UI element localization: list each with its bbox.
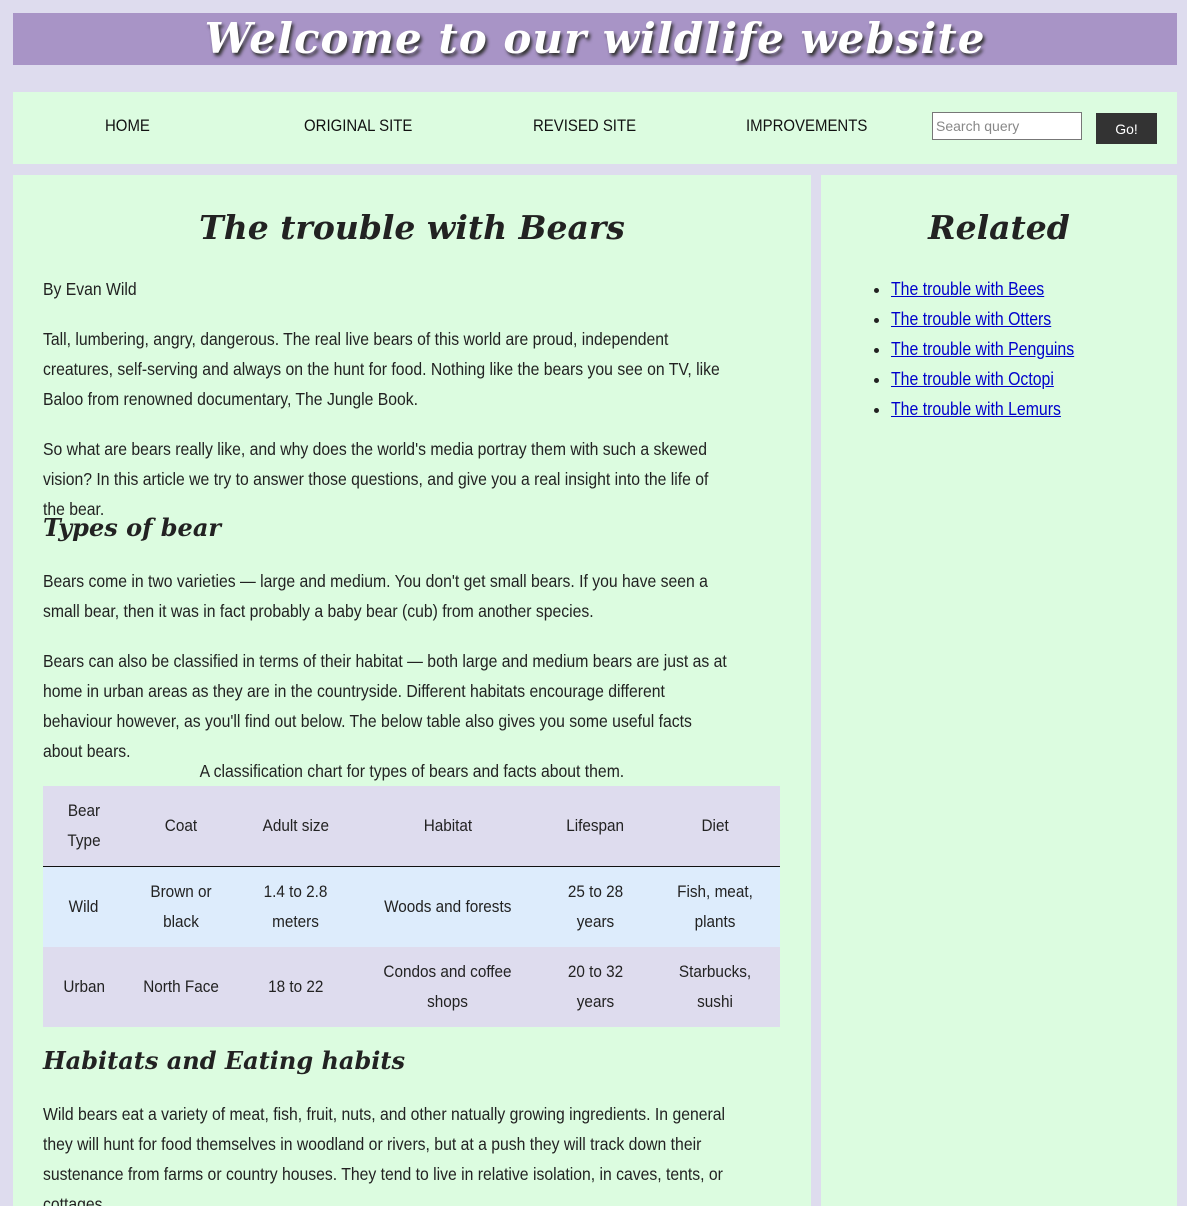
intro-paragraph: Tall, lumbering, angry, dangerous. The r… bbox=[43, 329, 720, 409]
list-item: The trouble with Bees bbox=[891, 274, 1099, 304]
table-cell: Starbucks, sushi bbox=[650, 947, 780, 1027]
related-link-penguins[interactable]: The trouble with Penguins bbox=[891, 334, 1074, 364]
related-links-list: The trouble with Bees The trouble with O… bbox=[871, 274, 1099, 424]
table-row: Wild Brown or black 1.4 to 2.8 meters Wo… bbox=[43, 866, 780, 947]
nav-link-revised-site[interactable]: REVISED SITE bbox=[533, 116, 636, 136]
table-cell: 1.4 to 2.8 meters bbox=[237, 866, 354, 947]
column-header: Coat bbox=[125, 786, 237, 867]
search-go-button[interactable]: Go! bbox=[1096, 113, 1157, 144]
related-link-lemurs[interactable]: The trouble with Lemurs bbox=[891, 394, 1061, 424]
column-header: Adult size bbox=[237, 786, 354, 867]
table-row: Urban North Face 18 to 22 Condos and cof… bbox=[43, 947, 780, 1027]
column-header: Diet bbox=[650, 786, 780, 867]
nav-link-home[interactable]: HOME bbox=[105, 116, 150, 136]
types-paragraph: Bears come in two varieties — large and … bbox=[43, 571, 708, 621]
table-caption: A classification chart for types of bear… bbox=[199, 761, 624, 781]
related-link-bees[interactable]: The trouble with Bees bbox=[891, 274, 1044, 304]
table-cell: Brown or black bbox=[125, 866, 237, 947]
table-cell: 25 to 28 years bbox=[541, 866, 650, 947]
main-navigation: HOME ORIGINAL SITE REVISED SITE IMPROVEM… bbox=[13, 92, 1177, 164]
sidebar-title: Related bbox=[928, 208, 1070, 247]
related-link-octopi[interactable]: The trouble with Octopi bbox=[891, 364, 1054, 394]
site-title: Welcome to our wildlife website bbox=[204, 14, 986, 63]
table-cell: 20 to 32 years bbox=[541, 947, 650, 1027]
table-cell: 18 to 22 bbox=[237, 947, 354, 1027]
column-header: Lifespan bbox=[541, 786, 650, 867]
column-header: Habitat bbox=[354, 786, 541, 867]
article-byline: By Evan Wild bbox=[43, 279, 137, 299]
table-cell: Fish, meat, plants bbox=[650, 866, 780, 947]
table-cell: Condos and coffee shops bbox=[354, 947, 541, 1027]
table-cell: Urban bbox=[43, 947, 125, 1027]
related-sidebar: Related The trouble with Bees The troubl… bbox=[821, 175, 1177, 1206]
article-panel: The trouble with Bears By Evan Wild Tall… bbox=[13, 175, 811, 1206]
table-cell: Wild bbox=[43, 866, 125, 947]
section-heading-types-of-bear: Types of bear bbox=[43, 513, 222, 542]
table-cell: Woods and forests bbox=[354, 866, 541, 947]
section-heading-habitats: Habitats and Eating habits bbox=[43, 1046, 405, 1075]
search-input[interactable] bbox=[932, 112, 1082, 140]
table-header-row: Bear Type Coat Adult size Habitat Lifesp… bbox=[43, 786, 780, 867]
list-item: The trouble with Otters bbox=[891, 304, 1099, 334]
nav-link-original-site[interactable]: ORIGINAL SITE bbox=[304, 116, 412, 136]
list-item: The trouble with Octopi bbox=[891, 364, 1099, 394]
site-banner: Welcome to our wildlife website bbox=[13, 13, 1177, 65]
column-header: Bear Type bbox=[43, 786, 125, 867]
habitats-paragraph: Wild bears eat a variety of meat, fish, … bbox=[43, 1104, 725, 1206]
nav-link-improvements[interactable]: IMPROVEMENTS bbox=[746, 116, 867, 136]
list-item: The trouble with Lemurs bbox=[891, 394, 1099, 424]
intro-paragraph: So what are bears really like, and why d… bbox=[43, 439, 709, 519]
article-title: The trouble with Bears bbox=[199, 208, 625, 247]
related-link-otters[interactable]: The trouble with Otters bbox=[891, 304, 1051, 334]
types-paragraph: Bears can also be classified in terms of… bbox=[43, 651, 727, 761]
list-item: The trouble with Penguins bbox=[891, 334, 1099, 364]
bear-classification-table: Bear Type Coat Adult size Habitat Lifesp… bbox=[43, 786, 780, 1027]
table-cell: North Face bbox=[125, 947, 237, 1027]
